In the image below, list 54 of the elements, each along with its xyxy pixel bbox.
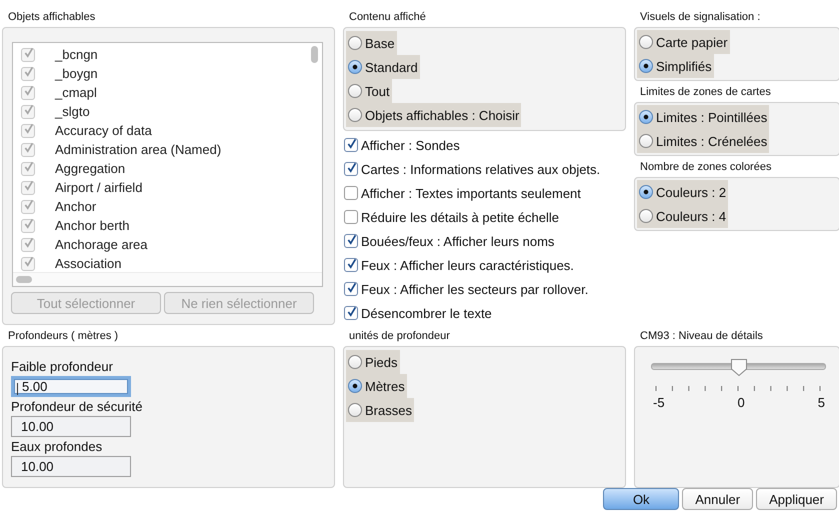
field-label: Faible profondeur [11, 358, 114, 376]
radio-button[interactable] [639, 59, 653, 73]
group-title: Contenu affiché [348, 10, 427, 25]
checkbox-label[interactable]: Désencombrer le texte [361, 306, 492, 320]
group-title: Objets affichables [7, 10, 96, 25]
radio-button[interactable] [639, 134, 653, 148]
radio-button[interactable] [348, 60, 362, 74]
tick-label: -5 [653, 395, 665, 410]
radio-button[interactable] [639, 209, 653, 223]
dialog-button[interactable]: Annuler [682, 488, 754, 510]
checkbox-label[interactable]: Feux : Afficher les secteurs par rollover. [361, 282, 588, 296]
checkbox-label[interactable]: Cartes : Informations relatives aux objets. [361, 162, 600, 176]
checkbox-label[interactable]: Afficher : Textes importants seulement [361, 186, 581, 200]
checkbox-label[interactable]: Réduire les détails à petite échelle [361, 210, 560, 224]
dialog-button[interactable]: Ok [603, 488, 680, 510]
checkbox[interactable] [344, 138, 358, 152]
radio-button[interactable] [348, 84, 362, 98]
group-title: Visuels de signalisation : [639, 10, 762, 25]
checkbox[interactable] [344, 258, 358, 272]
radio-button[interactable] [348, 355, 362, 369]
vertical-scrollbar[interactable] [311, 46, 318, 63]
radio-button[interactable] [348, 379, 362, 393]
slider[interactable] [651, 358, 826, 377]
radio-button[interactable] [639, 35, 653, 49]
checkbox-label[interactable]: Bouées/feux : Afficher leurs noms [361, 234, 554, 248]
field-label: Profondeur de sécurité [11, 398, 144, 416]
slider-thumb[interactable] [730, 358, 748, 377]
input-field[interactable]: 10.00 [11, 416, 131, 437]
group-title: Nombre de zones colorées [639, 160, 772, 175]
radio-button[interactable] [348, 36, 362, 50]
radio-button[interactable] [639, 110, 653, 124]
checkbox[interactable] [344, 282, 358, 296]
group-title: Profondeurs ( mètres ) [7, 329, 120, 344]
checkbox[interactable] [344, 306, 358, 320]
checkbox-label[interactable]: Feux : Afficher leurs caractéristiques. [361, 258, 574, 272]
input-field[interactable]: 10.00 [11, 456, 131, 477]
input-field[interactable]: 5.00 [11, 376, 131, 397]
checkbox[interactable] [344, 186, 358, 200]
text-caret [17, 383, 18, 395]
tick-label: 0 [738, 395, 745, 410]
checkbox[interactable] [344, 162, 358, 176]
radio-button[interactable] [639, 185, 653, 199]
checkbox-label[interactable]: Afficher : Sondes [361, 138, 460, 152]
checkbox[interactable] [344, 234, 358, 248]
group-title: Limites de zones de cartes [639, 85, 772, 100]
radio-button[interactable] [348, 403, 362, 417]
group-title: CM93 : Niveau de détails [639, 329, 764, 344]
group-title: unités de profondeur [348, 329, 451, 344]
horizontal-scrollbar[interactable] [16, 276, 32, 283]
checkbox[interactable] [344, 210, 358, 224]
radio-button[interactable] [348, 108, 362, 122]
dialog-button[interactable]: Appliquer [756, 488, 837, 510]
field-label: Eaux profondes [11, 438, 104, 456]
tick-label: 5 [818, 395, 825, 410]
